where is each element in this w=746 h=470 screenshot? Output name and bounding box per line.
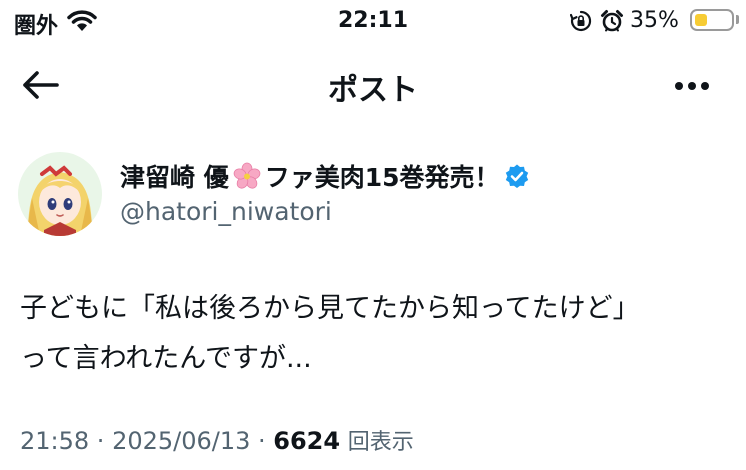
more-horizontal-icon (675, 82, 683, 90)
meta-separator: · (250, 427, 274, 455)
views-label: 回表示 (347, 430, 414, 455)
status-bar: 圏外 22:11 35% (0, 0, 746, 44)
more-dot (701, 82, 709, 90)
orientation-lock-icon (570, 10, 592, 32)
author-name-part1: 津留崎 優 (120, 163, 229, 192)
avatar-image (18, 152, 102, 236)
post-header: ポスト (0, 52, 746, 118)
more-options-button[interactable] (662, 66, 722, 106)
author-handle[interactable]: @hatori_niwatori (120, 197, 332, 226)
battery-percent: 35% (630, 8, 679, 33)
post-text-line: 子どもに「私は後ろから見てたから知ってたけど」 (20, 293, 640, 324)
page-title: ポスト (328, 73, 418, 108)
cherry-blossom-icon (233, 162, 261, 189)
avatar[interactable] (18, 152, 102, 236)
author-name-part2: ファ美肉15巻発売！ (264, 163, 500, 192)
battery-level-fill (695, 14, 707, 26)
author-display-name[interactable]: 津留崎 優 ファ美肉15巻発売！ (120, 158, 530, 194)
post-meta: 21:58 · 2025/06/13 · 6624 回表示 (20, 424, 414, 456)
battery-icon (690, 9, 734, 31)
alarm-icon (601, 10, 623, 32)
meta-separator: · (89, 427, 113, 455)
battery-nub (736, 15, 739, 24)
post-text-line: って言われたんですが... (20, 343, 312, 374)
post-text: 子どもに「私は後ろから見てたから知ってたけど」 って言われたんですが... (20, 284, 730, 384)
more-dot (688, 82, 696, 90)
views-count: 6624 (273, 427, 341, 455)
verified-badge-icon (505, 164, 528, 188)
post-time[interactable]: 21:58 (20, 427, 89, 455)
post-date[interactable]: 2025/06/13 (112, 427, 250, 455)
